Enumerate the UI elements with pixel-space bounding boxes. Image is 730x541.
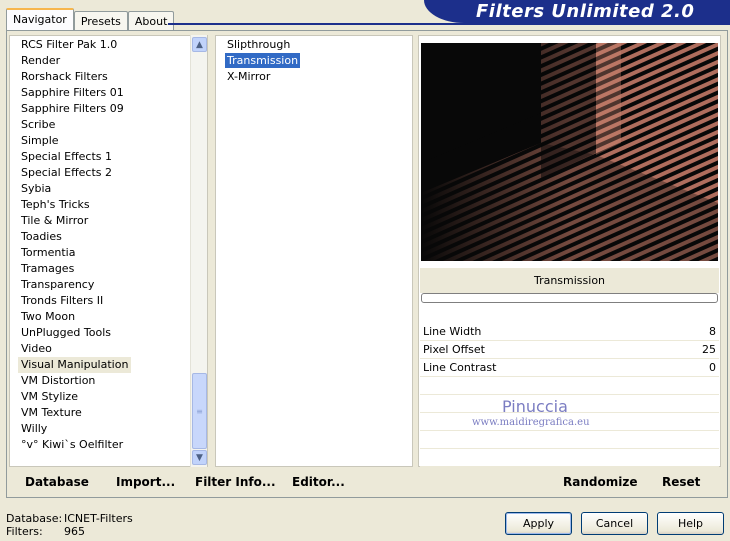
watermark-site: www.maidiregrafica.eu — [472, 417, 590, 428]
banner-underline — [168, 23, 730, 25]
cancel-button[interactable]: Cancel — [581, 512, 648, 535]
empty-param-row — [420, 395, 719, 413]
category-item[interactable]: Special Effects 2 — [18, 165, 115, 181]
param-line-contrast[interactable]: Line Contrast 0 — [420, 359, 719, 377]
empty-param-row — [420, 431, 719, 449]
scroll-thumb[interactable]: ≡ — [192, 373, 207, 449]
import-button[interactable]: Import... — [116, 475, 175, 489]
filter-item-selected[interactable]: Transmission — [225, 53, 301, 68]
param-value: 8 — [709, 325, 716, 338]
category-item[interactable]: Tormentia — [18, 245, 78, 261]
category-item[interactable]: Willy — [18, 421, 50, 437]
scroll-up-arrow-icon[interactable]: ▲ — [192, 37, 207, 52]
preview-image — [421, 43, 718, 261]
category-item[interactable]: Scribe — [18, 117, 58, 133]
category-list[interactable]: RCS Filter Pak 1.0 Render Rorshack Filte… — [9, 35, 208, 467]
category-item[interactable]: Sapphire Filters 01 — [18, 85, 127, 101]
param-line-width[interactable]: Line Width 8 — [420, 323, 719, 341]
category-item[interactable]: Tramages — [18, 261, 77, 277]
category-item[interactable]: Special Effects 1 — [18, 149, 115, 165]
category-item[interactable]: VM Distortion — [18, 373, 98, 389]
randomize-button[interactable]: Randomize — [563, 475, 637, 489]
scroll-down-arrow-icon[interactable]: ▼ — [192, 450, 207, 465]
category-item[interactable]: Sapphire Filters 09 — [18, 101, 127, 117]
filters-count-value: 965 — [64, 525, 85, 538]
category-item[interactable]: Toadies — [18, 229, 65, 245]
help-button[interactable]: Help — [657, 512, 724, 535]
category-item[interactable]: Simple — [18, 133, 62, 149]
param-pixel-offset[interactable]: Pixel Offset 25 — [420, 341, 719, 359]
filters-count-label: Filters: — [6, 525, 43, 538]
category-item[interactable]: VM Stylize — [18, 389, 81, 405]
category-item[interactable]: °v° Kiwi`s Oelfilter — [18, 437, 126, 453]
category-item[interactable]: Transparency — [18, 277, 97, 293]
param-value: 0 — [709, 361, 716, 374]
param-label: Line Contrast — [423, 361, 497, 374]
category-item[interactable]: UnPlugged Tools — [18, 325, 114, 341]
editor-button[interactable]: Editor... — [292, 475, 345, 489]
database-value: ICNET-Filters — [64, 512, 133, 525]
tab-about[interactable]: About — [127, 11, 175, 30]
category-item[interactable]: Tile & Mirror — [18, 213, 91, 229]
current-filter-name: Transmission — [420, 268, 719, 293]
category-item-selected[interactable]: Visual Manipulation — [18, 357, 132, 373]
progress-bar — [421, 293, 718, 303]
empty-param-row — [420, 377, 719, 395]
apply-button[interactable]: Apply — [505, 512, 572, 535]
param-label: Pixel Offset — [423, 343, 485, 356]
param-label: Line Width — [423, 325, 482, 338]
category-item[interactable]: VM Texture — [18, 405, 85, 421]
tab-presets[interactable]: Presets — [73, 11, 128, 30]
watermark-name: Pinuccia — [502, 397, 568, 416]
category-item[interactable]: Sybia — [18, 181, 54, 197]
category-item[interactable]: Two Moon — [18, 309, 78, 325]
category-item[interactable]: Video — [18, 341, 55, 357]
category-item[interactable]: Render — [18, 53, 63, 69]
filter-item[interactable]: Slipthrough — [225, 37, 292, 52]
tab-strip: Navigator Presets About — [6, 8, 175, 30]
database-label: Database: — [6, 512, 63, 525]
reset-button[interactable]: Reset — [662, 475, 700, 489]
category-item[interactable]: Teph's Tricks — [18, 197, 93, 213]
tab-navigator[interactable]: Navigator — [6, 8, 74, 30]
filter-item[interactable]: X-Mirror — [225, 69, 272, 84]
filter-info-button[interactable]: Filter Info... — [195, 475, 276, 489]
category-item[interactable]: Tronds Filters II — [18, 293, 106, 309]
category-item[interactable]: Rorshack Filters — [18, 69, 111, 85]
filter-list[interactable]: Slipthrough Transmission X-Mirror — [215, 35, 413, 467]
category-item[interactable]: RCS Filter Pak 1.0 — [18, 37, 120, 53]
app-title-banner: Filters Unlimited 2.0 — [424, 0, 730, 23]
category-scrollbar[interactable]: ▲ ≡ ▼ — [190, 35, 207, 467]
database-button[interactable]: Database — [25, 475, 89, 489]
param-value: 25 — [702, 343, 716, 356]
empty-param-row — [420, 449, 719, 467]
